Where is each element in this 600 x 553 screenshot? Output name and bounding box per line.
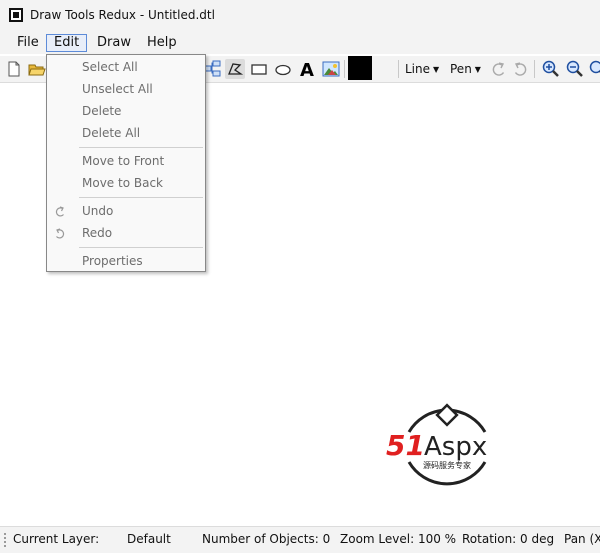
watermark-brand-aspx: Aspx: [424, 432, 487, 462]
ellipse-tool-icon[interactable]: [273, 59, 293, 79]
menu-item-label: Redo: [82, 226, 112, 240]
new-file-icon[interactable]: [4, 59, 24, 79]
app-icon: [9, 8, 23, 22]
menu-item-label: Properties: [82, 254, 143, 268]
watermark-tagline: 源码服务专家: [423, 460, 471, 470]
menu-item-label: Unselect All: [82, 82, 153, 96]
toolbar-separator: [344, 60, 345, 78]
edit-menu-dropdown: Select All Unselect All Delete Delete Al…: [46, 54, 206, 272]
redo-icon: [53, 226, 67, 240]
menu-help[interactable]: Help: [140, 34, 184, 52]
menu-file[interactable]: File: [10, 34, 46, 52]
current-layer-label: Current Layer:: [13, 532, 99, 546]
pan-position: Pan (X: [564, 532, 600, 546]
image-tool-icon[interactable]: [321, 59, 341, 79]
menu-separator: [79, 147, 203, 148]
menu-draw[interactable]: Draw: [90, 34, 138, 52]
current-layer-value: Default: [127, 532, 171, 546]
status-bar: Current Layer: Default Number of Objects…: [0, 526, 600, 553]
status-grip: [4, 533, 6, 547]
menu-item-delete[interactable]: Delete: [47, 100, 205, 122]
polygon-tool-icon[interactable]: [225, 59, 245, 79]
menu-item-move-to-back[interactable]: Move to Back: [47, 172, 205, 194]
title-bar: Draw Tools Redux - Untitled.dtl: [0, 0, 600, 32]
rotation: Rotation: 0 deg: [462, 532, 554, 546]
watermark-logo: 51 Aspx 源码服务专家: [384, 402, 510, 494]
menu-item-select-all[interactable]: Select All: [47, 56, 205, 78]
watermark-brand-51: 51: [386, 429, 425, 462]
menu-item-properties[interactable]: Properties: [47, 250, 205, 272]
menu-item-delete-all[interactable]: Delete All: [47, 122, 205, 144]
zoom-level: Zoom Level: 100 %: [340, 532, 456, 546]
undo-icon: [53, 204, 67, 218]
menu-item-move-to-front[interactable]: Move to Front: [47, 150, 205, 172]
menu-separator: [79, 197, 203, 198]
menu-edit[interactable]: Edit: [46, 34, 87, 52]
menu-separator: [79, 247, 203, 248]
menu-item-redo[interactable]: Redo: [47, 222, 205, 244]
menu-bar: File Edit Draw Help: [0, 32, 600, 54]
menu-item-label: Move to Front: [82, 154, 164, 168]
text-tool-icon[interactable]: A: [297, 59, 317, 79]
menu-item-label: Delete: [82, 104, 121, 118]
window-title: Draw Tools Redux - Untitled.dtl: [30, 8, 215, 22]
connector-tool-icon[interactable]: [203, 59, 223, 79]
menu-item-label: Undo: [82, 204, 113, 218]
open-folder-icon[interactable]: [27, 59, 47, 79]
text-tool-glyph: A: [300, 60, 314, 79]
menu-item-label: Delete All: [82, 126, 140, 140]
menu-item-unselect-all[interactable]: Unselect All: [47, 78, 205, 100]
menu-item-label: Select All: [82, 60, 138, 74]
menu-item-label: Move to Back: [82, 176, 163, 190]
rectangle-tool-icon[interactable]: [249, 59, 269, 79]
object-count: Number of Objects: 0: [202, 532, 330, 546]
menu-item-undo[interactable]: Undo: [47, 200, 205, 222]
current-color-swatch[interactable]: [348, 56, 372, 80]
